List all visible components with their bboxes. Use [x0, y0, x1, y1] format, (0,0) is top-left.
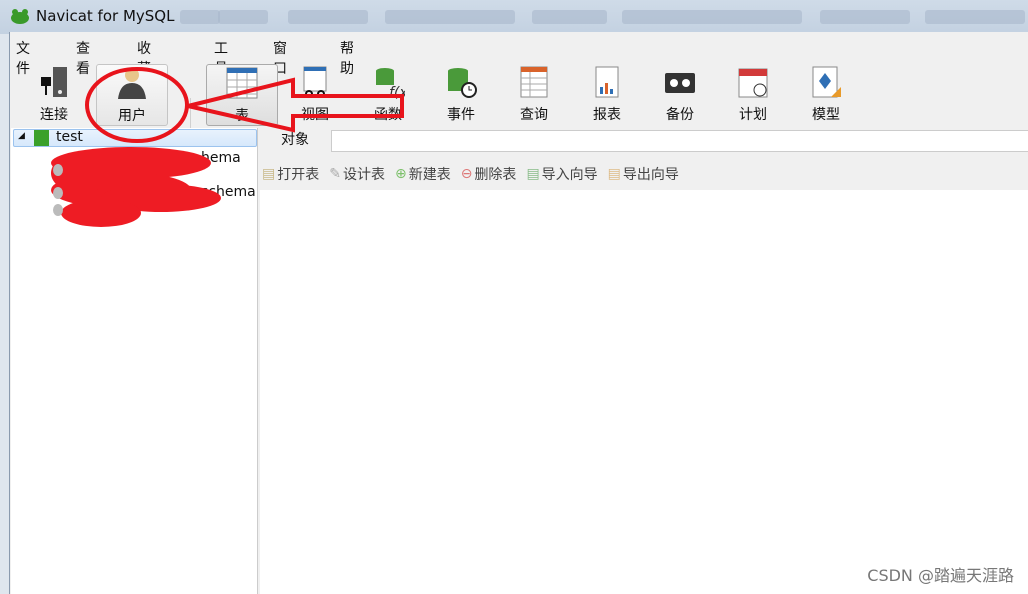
toolbar-query-button[interactable]: 查询: [498, 64, 570, 126]
export-icon: ▤: [607, 166, 621, 182]
open-table-button[interactable]: ▤ 打开表: [260, 162, 321, 186]
model-icon: [790, 64, 862, 100]
tab-bar: 对象: [260, 128, 1028, 154]
toolbar-report-button[interactable]: 报表: [571, 64, 643, 126]
import-wizard-button[interactable]: ▤ 导入向导: [524, 162, 599, 186]
schedule-icon: [717, 64, 789, 100]
add-icon: ⊕: [394, 166, 407, 182]
user-icon: [97, 65, 167, 101]
design-table-button[interactable]: ✎ 设计表: [327, 162, 387, 186]
connection-icon: [18, 64, 90, 100]
view-icon: [279, 64, 351, 100]
connection-tree: ◢ test hema schema: [11, 128, 258, 594]
tab-objects[interactable]: 对象: [260, 128, 330, 154]
toolbar-user-button[interactable]: 用户: [96, 64, 168, 126]
import-icon: ▤: [526, 166, 540, 182]
svg-text:f(x): f(x): [389, 85, 405, 99]
main-toolbar: 连接 用户 表 视图 f(x)函数 事件 查询 报表 备份 计划 模型: [10, 62, 1028, 154]
toolbar-schedule-button[interactable]: 计划: [717, 64, 789, 126]
mysql-connection-icon: [34, 130, 49, 146]
function-icon: f(x): [352, 64, 424, 100]
design-table-icon: ✎: [329, 166, 341, 182]
main-window: 文件 查看 收藏夹 工具 窗口 帮助 连接 用户 表 视图 f(x)函数 事件 …: [9, 32, 1028, 594]
delete-table-button[interactable]: ⊖ 删除表: [459, 162, 519, 186]
open-table-icon: ▤: [262, 166, 276, 182]
event-icon: [425, 64, 497, 100]
table-icon: [207, 65, 277, 101]
toolbar-connection-button[interactable]: 连接: [18, 64, 90, 126]
new-table-button[interactable]: ⊕ 新建表: [393, 162, 453, 186]
backup-icon: [644, 64, 716, 100]
toolbar-table-button[interactable]: 表: [206, 64, 278, 126]
title-bar: Navicat for MySQL: [0, 0, 1028, 34]
delete-icon: ⊖: [460, 166, 473, 182]
toolbar-function-button[interactable]: f(x)函数: [352, 64, 424, 126]
toolbar-backup-button[interactable]: 备份: [644, 64, 716, 126]
toolbar-model-button[interactable]: 模型: [790, 64, 862, 126]
expand-arrow-icon[interactable]: ◢: [18, 131, 25, 141]
object-toolbar: ▤ 打开表 ✎ 设计表 ⊕ 新建表 ⊖ 删除表 ▤ 导入向导 ▤ 导出向导: [260, 162, 681, 186]
query-icon: [498, 64, 570, 100]
window-title: Navicat for MySQL: [36, 7, 175, 25]
watermark: CSDN @踏遍天涯路: [867, 566, 1014, 585]
navicat-logo-icon: [11, 9, 29, 24]
tree-node-connection[interactable]: ◢ test: [13, 129, 257, 147]
toolbar-event-button[interactable]: 事件: [425, 64, 497, 126]
toolbar-view-button[interactable]: 视图: [279, 64, 351, 126]
export-wizard-button[interactable]: ▤ 导出向导: [606, 162, 681, 186]
report-icon: [571, 64, 643, 100]
object-list-area[interactable]: [260, 190, 1028, 594]
